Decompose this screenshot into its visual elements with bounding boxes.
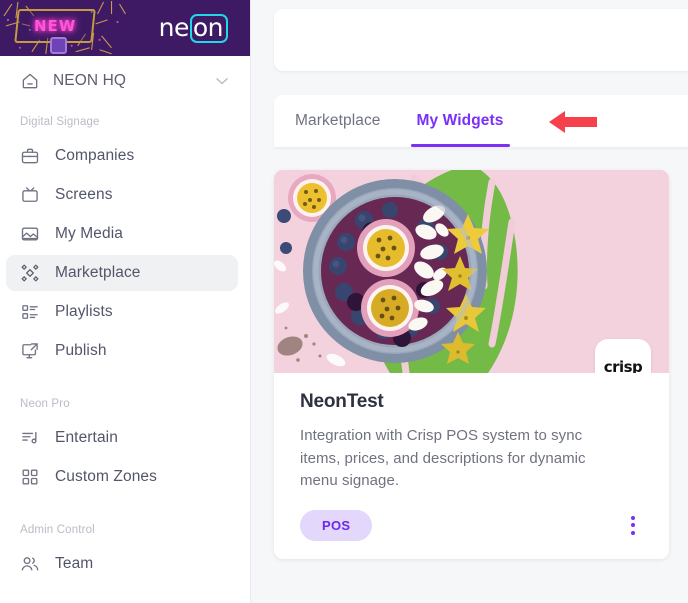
briefcase-icon xyxy=(21,148,39,164)
widget-description: Integration with Crisp POS system to syn… xyxy=(300,427,586,489)
sidebar-item-label: Team xyxy=(55,555,94,572)
sidebar-item-label: Companies xyxy=(55,147,135,164)
tv-icon xyxy=(22,187,38,202)
users-icon xyxy=(21,557,39,571)
sidebar-item-label: Publish xyxy=(55,342,107,359)
image-icon xyxy=(21,227,39,241)
neon-logo-right: on xyxy=(189,14,228,43)
kebab-dot xyxy=(631,530,635,535)
music-list-icon xyxy=(22,431,37,444)
new-badge-post xyxy=(50,37,67,54)
widget-card-footer: POS xyxy=(300,509,645,541)
widget-title: NeonTest xyxy=(300,391,384,412)
tab-list: Marketplace My Widgets xyxy=(274,95,688,148)
crisp-logo-badge: crisp xyxy=(595,339,651,373)
kebab-dot xyxy=(631,523,635,527)
sidebar-section-digital-signage: Digital Signage xyxy=(20,116,100,128)
new-badge-label: NEW xyxy=(33,17,77,35)
sidebar-item-publish[interactable]: Publish xyxy=(6,333,238,369)
neon-logo-left: ne xyxy=(158,13,190,42)
grid-icon xyxy=(22,469,38,485)
sidebar-item-label: Custom Zones xyxy=(55,468,157,485)
sidebar: NEW ne on NEON HQ Digital Signage Compan… xyxy=(0,0,251,603)
org-selector[interactable]: NEON HQ xyxy=(0,56,250,106)
home-icon xyxy=(22,73,38,89)
diamonds-icon xyxy=(21,264,39,282)
sidebar-item-label: Marketplace xyxy=(55,264,141,281)
tab-my-widgets[interactable]: My Widgets xyxy=(410,95,510,147)
widget-tag-pos[interactable]: POS xyxy=(300,509,373,541)
sidebar-item-entertain[interactable]: Entertain xyxy=(6,420,238,456)
sidebar-item-label: Screens xyxy=(55,186,113,203)
kebab-menu-icon[interactable] xyxy=(621,510,645,541)
sidebar-item-team[interactable]: Team xyxy=(6,546,238,582)
tab-marketplace[interactable]: Marketplace xyxy=(295,95,381,147)
main-content: Marketplace My Widgets crisp NeonTest In… xyxy=(251,0,688,603)
sidebar-item-label: Entertain xyxy=(55,429,118,446)
sidebar-section-admin-control: Admin Control xyxy=(20,524,95,536)
list-layout-icon xyxy=(22,305,38,319)
sidebar-item-playlists[interactable]: Playlists xyxy=(6,294,238,330)
sidebar-item-label: My Media xyxy=(55,225,123,242)
crisp-logo-text: crisp xyxy=(603,358,643,373)
sidebar-item-my-media[interactable]: My Media xyxy=(6,216,238,252)
brand-banner: NEW ne on xyxy=(0,0,250,56)
top-panel xyxy=(274,9,688,71)
sidebar-item-custom-zones[interactable]: Custom Zones xyxy=(6,459,238,495)
kebab-dot xyxy=(631,515,635,520)
widget-hero-image: crisp xyxy=(274,170,669,373)
tabbar: Marketplace My Widgets xyxy=(274,95,688,148)
widget-card[interactable]: crisp NeonTest Integration with Crisp PO… xyxy=(274,170,669,559)
org-label: NEON HQ xyxy=(53,72,127,89)
widget-card-body: NeonTest Integration with Crisp POS syst… xyxy=(274,373,669,559)
sidebar-item-label: Playlists xyxy=(55,303,113,320)
sidebar-item-screens[interactable]: Screens xyxy=(6,177,238,213)
app-root: NEW ne on NEON HQ Digital Signage Compan… xyxy=(0,0,688,603)
sidebar-item-marketplace[interactable]: Marketplace xyxy=(6,255,238,291)
neon-logo[interactable]: ne on xyxy=(159,13,228,43)
sidebar-item-companies[interactable]: Companies xyxy=(6,138,238,174)
red-arrow-annotation xyxy=(549,111,597,133)
monitor-share-icon xyxy=(22,343,38,359)
chevron-down-icon[interactable] xyxy=(212,71,232,91)
sidebar-section-neon-pro: Neon Pro xyxy=(20,398,70,410)
